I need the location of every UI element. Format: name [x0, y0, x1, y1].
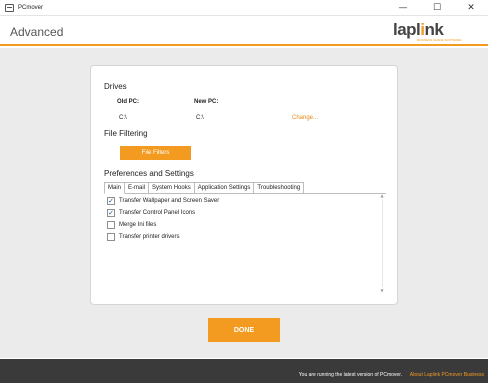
app-header: Advanced laplink BUSINESS GRADE SOFTWARE [0, 17, 488, 46]
checkbox-control-panel[interactable]: ✓ [107, 209, 115, 217]
tab-system-hooks[interactable]: System Hooks [149, 182, 195, 194]
new-pc-label: New PC: [194, 99, 219, 105]
window-controls: — ☐ ✕ [386, 0, 488, 16]
scrollbar-track[interactable] [382, 199, 383, 287]
drives-heading: Drives [104, 82, 127, 91]
page-title: Advanced [10, 25, 64, 39]
maximize-button[interactable]: ☐ [420, 0, 454, 16]
file-filtering-heading: File Filtering [104, 129, 148, 138]
option-label-control-panel: Transfer Control Panel Icons [119, 210, 196, 216]
close-button[interactable]: ✕ [454, 0, 488, 16]
option-row-merge-ini: Merge Ini files [107, 221, 156, 229]
settings-panel: Drives Old PC: New PC: C:\ C:\ Change...… [90, 65, 398, 305]
option-label-printer-drivers: Transfer printer drivers [119, 234, 180, 240]
logo-wordmark: laplink [393, 20, 473, 39]
checkbox-merge-ini[interactable] [107, 221, 115, 229]
app-window-icon [5, 3, 14, 12]
tab-email[interactable]: E-mail [125, 182, 150, 194]
preferences-tabs: Main E-mail System Hooks Application Set… [104, 182, 305, 194]
scroll-down-arrow-icon[interactable]: ▼ [379, 288, 385, 294]
logo-text-post: nk [424, 20, 444, 39]
old-pc-drive: C:\ [119, 115, 127, 121]
version-status-text: You are running the latest version of PC… [298, 372, 402, 378]
scroll-up-arrow-icon[interactable]: ▲ [379, 193, 385, 199]
option-row-control-panel: ✓ Transfer Control Panel Icons [107, 209, 195, 217]
tab-troubleshooting[interactable]: Troubleshooting [254, 182, 305, 194]
new-pc-drive: C:\ [196, 115, 204, 121]
logo-tagline: BUSINESS GRADE SOFTWARE [417, 38, 462, 42]
option-label-wallpaper: Transfer Wallpaper and Screen Saver [119, 198, 220, 204]
change-drive-link[interactable]: Change... [292, 115, 318, 121]
tab-main[interactable]: Main [104, 182, 126, 194]
content-area: Drives Old PC: New PC: C:\ C:\ Change...… [0, 48, 488, 358]
minimize-button[interactable]: — [386, 0, 420, 16]
file-filters-button[interactable]: File Filters [120, 146, 191, 160]
status-footer: You are running the latest version of PC… [0, 359, 488, 383]
checkbox-wallpaper[interactable]: ✓ [107, 197, 115, 205]
option-label-merge-ini: Merge Ini files [119, 222, 157, 228]
logo-text-pre: lapl [393, 20, 421, 39]
preferences-heading: Preferences and Settings [104, 169, 194, 178]
option-row-printer-drivers: Transfer printer drivers [107, 233, 179, 241]
old-pc-label: Old PC: [117, 99, 139, 105]
checkbox-printer-drivers[interactable] [107, 233, 115, 241]
option-row-wallpaper: ✓ Transfer Wallpaper and Screen Saver [107, 197, 219, 205]
tab-application-settings[interactable]: Application Settings [194, 182, 255, 194]
done-button[interactable]: DONE [208, 318, 280, 342]
about-link[interactable]: About Laplink PCmover Business [410, 372, 484, 378]
title-bar: PCmover — ☐ ✕ [0, 0, 488, 16]
window-title: PCmover [18, 4, 44, 11]
laplink-logo: laplink BUSINESS GRADE SOFTWARE [393, 20, 473, 44]
